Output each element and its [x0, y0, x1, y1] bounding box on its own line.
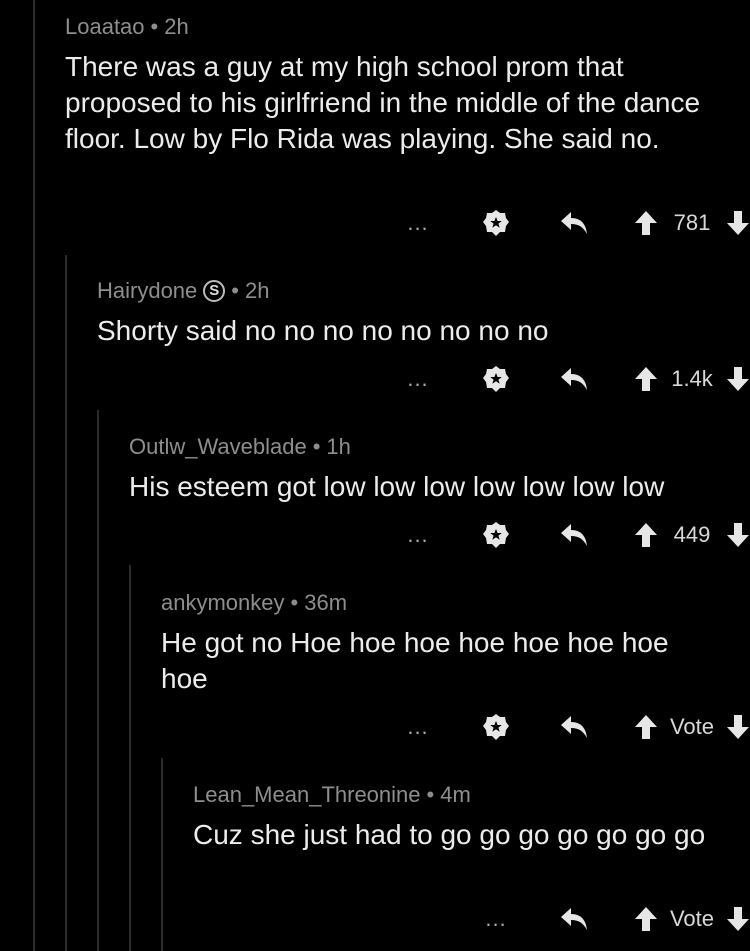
- vote-controls: 1.4k: [634, 366, 750, 392]
- comment-actions: ... Vote: [398, 711, 750, 743]
- star-badge-icon: [481, 520, 511, 550]
- comment-body: Shorty said no no no no no no no no: [97, 315, 549, 346]
- vote-count: 781: [673, 210, 711, 235]
- reply-button[interactable]: [554, 522, 594, 548]
- comment-body: There was a guy at my high school prom t…: [65, 51, 701, 154]
- thread-line: [97, 410, 99, 951]
- vote-controls: Vote: [634, 906, 750, 932]
- comment-author[interactable]: ankymonkey: [161, 589, 285, 617]
- star-badge-icon: [481, 712, 511, 742]
- thread-line: [161, 758, 163, 951]
- more-options-button[interactable]: ...: [398, 714, 438, 740]
- comment-actions: ... 1.4k: [398, 363, 750, 395]
- upvote-button[interactable]: [634, 210, 658, 236]
- comment-meta: ankymonkey • 36m: [161, 589, 720, 617]
- vote-label: Vote: [669, 906, 715, 931]
- reply-arrow-icon: [559, 522, 589, 548]
- comment: ankymonkey • 36m He got no Hoe hoe hoe h…: [161, 589, 720, 697]
- more-options-button[interactable]: ...: [398, 210, 438, 236]
- thread-line: [33, 0, 35, 951]
- user-badge: S: [203, 280, 226, 302]
- meta-separator: •: [231, 278, 239, 303]
- comment-author[interactable]: Lean_Mean_Threonine: [193, 781, 421, 809]
- vote-count: 449: [673, 522, 711, 547]
- star-badge-icon: [481, 208, 511, 238]
- comment: Hairydone S • 2h Shorty said no no no no…: [97, 277, 720, 349]
- upvote-arrow-icon: [634, 906, 658, 932]
- reply-button[interactable]: [554, 366, 594, 392]
- comment: Outlw_Waveblade • 1h His esteem got low …: [129, 433, 720, 505]
- reply-arrow-icon: [559, 714, 589, 740]
- comment-meta: Lean_Mean_Threonine • 4m: [193, 781, 720, 809]
- downvote-arrow-icon: [726, 210, 750, 236]
- save-button[interactable]: [476, 520, 516, 550]
- upvote-arrow-icon: [634, 714, 658, 740]
- meta-separator: •: [290, 590, 299, 615]
- comment-author[interactable]: Hairydone: [97, 277, 197, 305]
- comment-time: 2h: [244, 278, 270, 303]
- comment: Lean_Mean_Threonine • 4m Cuz she just ha…: [193, 781, 720, 853]
- downvote-arrow-icon: [726, 366, 750, 392]
- comment-actions: ... 449: [398, 519, 750, 551]
- more-options-button[interactable]: ...: [398, 522, 438, 548]
- comment-body: Cuz she just had to go go go go go go go: [193, 819, 706, 850]
- star-badge-icon: [481, 364, 511, 394]
- comment-body: His esteem got low low low low low low l…: [129, 471, 665, 502]
- save-button[interactable]: [476, 208, 516, 238]
- comment-time: 36m: [304, 590, 348, 615]
- downvote-button[interactable]: [726, 522, 750, 548]
- upvote-button[interactable]: [634, 714, 658, 740]
- comment-body: He got no Hoe hoe hoe hoe hoe hoe hoe ho…: [161, 627, 669, 694]
- comment-meta: Loaatao • 2h: [65, 13, 720, 41]
- save-button[interactable]: [476, 364, 516, 394]
- upvote-button[interactable]: [634, 366, 658, 392]
- thread-line: [65, 255, 67, 951]
- meta-separator: •: [312, 434, 321, 459]
- comment-actions: ... Vote: [476, 903, 750, 935]
- comment-author[interactable]: Loaatao: [65, 13, 145, 41]
- meta-separator: •: [150, 14, 159, 39]
- vote-controls: Vote: [634, 714, 750, 740]
- downvote-button[interactable]: [726, 714, 750, 740]
- vote-count: 1.4k: [671, 366, 713, 391]
- vote-label: Vote: [669, 714, 715, 739]
- downvote-button[interactable]: [726, 366, 750, 392]
- upvote-arrow-icon: [634, 210, 658, 236]
- downvote-arrow-icon: [726, 522, 750, 548]
- reply-button[interactable]: [554, 210, 594, 236]
- comment-time: 2h: [164, 14, 189, 39]
- downvote-arrow-icon: [726, 714, 750, 740]
- upvote-arrow-icon: [634, 366, 658, 392]
- reply-button[interactable]: [554, 714, 594, 740]
- more-options-button[interactable]: ...: [398, 366, 438, 392]
- comment: Loaatao • 2h There was a guy at my high …: [65, 13, 720, 157]
- upvote-button[interactable]: [634, 522, 658, 548]
- comment-meta: Hairydone S • 2h: [97, 277, 720, 305]
- comment-time: 1h: [326, 434, 351, 459]
- downvote-arrow-icon: [726, 906, 750, 932]
- downvote-button[interactable]: [726, 210, 750, 236]
- thread-line: [129, 565, 131, 951]
- upvote-button[interactable]: [634, 906, 658, 932]
- upvote-arrow-icon: [634, 522, 658, 548]
- comment-meta: Outlw_Waveblade • 1h: [129, 433, 720, 461]
- more-options-button[interactable]: ...: [476, 906, 516, 932]
- comment-actions: ... 781: [398, 207, 750, 239]
- meta-separator: •: [426, 782, 435, 807]
- comment-time: 4m: [440, 782, 471, 807]
- reply-button[interactable]: [554, 906, 594, 932]
- reply-arrow-icon: [559, 906, 589, 932]
- reply-arrow-icon: [559, 210, 589, 236]
- save-button[interactable]: [476, 712, 516, 742]
- comment-author[interactable]: Outlw_Waveblade: [129, 433, 307, 461]
- vote-controls: 781: [634, 210, 750, 236]
- downvote-button[interactable]: [726, 906, 750, 932]
- vote-controls: 449: [634, 522, 750, 548]
- reply-arrow-icon: [559, 366, 589, 392]
